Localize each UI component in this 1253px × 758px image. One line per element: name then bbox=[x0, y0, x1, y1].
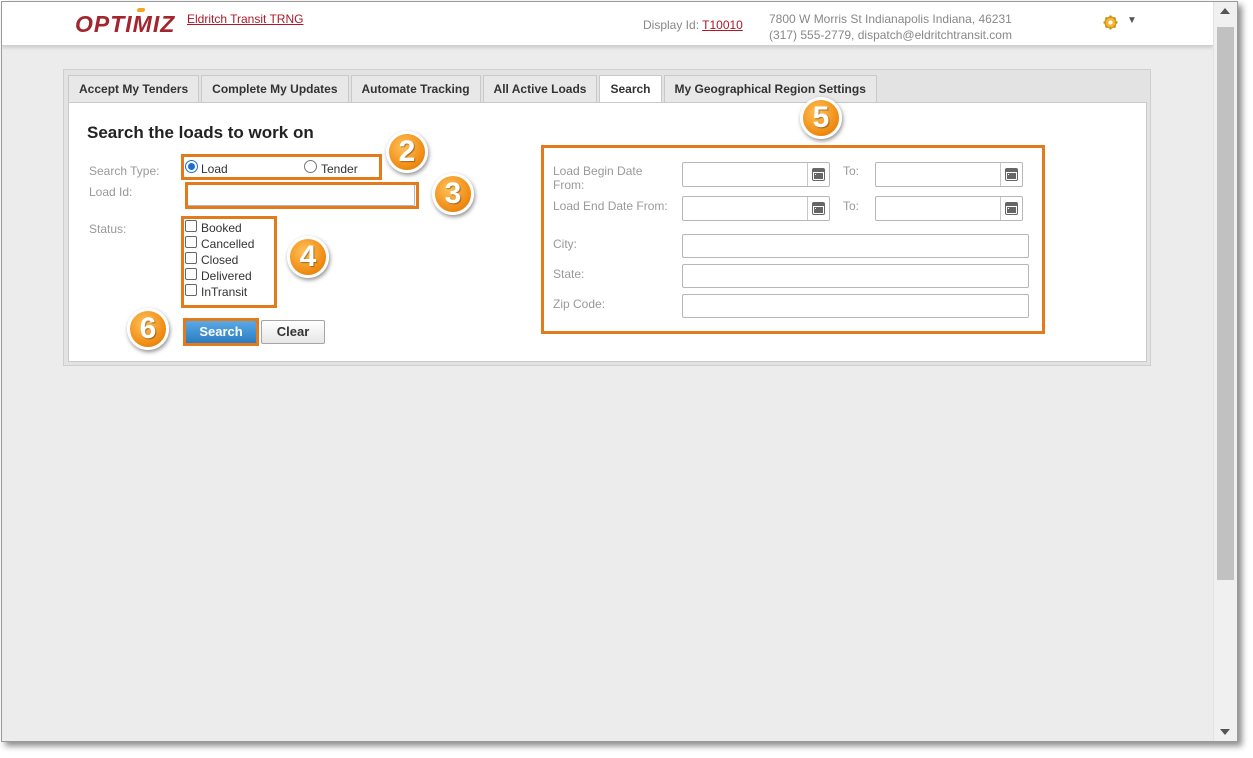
load-begin-date-to-input[interactable] bbox=[875, 162, 1023, 187]
load-end-date-label: Load End Date From: bbox=[553, 199, 668, 213]
to-label-end: To: bbox=[843, 199, 860, 213]
highlight-status bbox=[181, 216, 277, 308]
calendar-icon bbox=[1005, 168, 1018, 181]
search-panel: Search the loads to work on Search Type:… bbox=[68, 102, 1147, 362]
page-title: Search the loads to work on bbox=[87, 123, 314, 142]
search-type-label: Search Type: bbox=[89, 164, 160, 178]
display-id-link[interactable]: T10010 bbox=[702, 18, 743, 32]
highlight-load-id bbox=[185, 182, 419, 209]
load-id-label: Load Id: bbox=[89, 185, 133, 199]
caret-down-icon[interactable]: ▼ bbox=[1127, 15, 1137, 26]
state-label: State: bbox=[553, 267, 585, 281]
tab-geographical-region-settings[interactable]: My Geographical Region Settings bbox=[663, 75, 877, 102]
calendar-icon bbox=[812, 168, 825, 181]
gear-icon[interactable] bbox=[1103, 15, 1118, 30]
app-window: OPTIMIZ Eldritch Transit TRNG Display Id… bbox=[1, 1, 1238, 742]
city-input[interactable] bbox=[682, 234, 1029, 258]
callout-badge-4: 4 bbox=[287, 236, 329, 278]
to-label-begin: To: bbox=[843, 164, 860, 178]
load-begin-date-from-input[interactable] bbox=[682, 162, 830, 187]
logo-text: OPTIMIZ bbox=[75, 11, 176, 37]
callout-badge-6: 6 bbox=[127, 308, 169, 350]
scroll-down-arrow-icon[interactable] bbox=[1220, 729, 1230, 735]
company-address: 7800 W Morris St Indianapolis Indiana, 4… bbox=[769, 11, 1012, 43]
tab-automate-tracking[interactable]: Automate Tracking bbox=[350, 75, 481, 102]
state-input[interactable] bbox=[682, 264, 1029, 288]
callout-badge-2: 2 bbox=[386, 131, 428, 173]
callout-badge-3: 3 bbox=[432, 173, 474, 215]
tab-all-active-loads[interactable]: All Active Loads bbox=[482, 75, 598, 102]
scroll-thumb[interactable] bbox=[1217, 27, 1234, 580]
tab-complete-my-updates[interactable]: Complete My Updates bbox=[201, 75, 349, 102]
tab-bar: Accept My Tenders Complete My Updates Au… bbox=[68, 75, 879, 103]
search-container: Accept My Tenders Complete My Updates Au… bbox=[63, 69, 1151, 366]
calendar-button[interactable] bbox=[807, 197, 829, 220]
display-id: Display Id: T10010 bbox=[643, 18, 743, 32]
vertical-scrollbar[interactable] bbox=[1213, 2, 1237, 741]
calendar-button[interactable] bbox=[1000, 197, 1022, 220]
calendar-icon bbox=[812, 202, 825, 215]
top-header: OPTIMIZ Eldritch Transit TRNG Display Id… bbox=[2, 2, 1213, 46]
load-end-date-to-input[interactable] bbox=[875, 196, 1023, 221]
address-line-1: 7800 W Morris St Indianapolis Indiana, 4… bbox=[769, 12, 1012, 26]
company-link[interactable]: Eldritch Transit TRNG bbox=[187, 12, 303, 26]
zip-code-label: Zip Code: bbox=[553, 297, 606, 311]
highlight-search-button bbox=[183, 318, 259, 346]
load-end-date-from-input[interactable] bbox=[682, 196, 830, 221]
status-label: Status: bbox=[89, 222, 127, 236]
clear-button[interactable]: Clear bbox=[261, 320, 325, 344]
callout-badge-5: 5 bbox=[800, 97, 842, 139]
calendar-icon bbox=[1005, 202, 1018, 215]
calendar-button[interactable] bbox=[1000, 163, 1022, 186]
highlight-search-type bbox=[181, 154, 382, 180]
scroll-up-arrow-icon[interactable] bbox=[1220, 8, 1230, 14]
load-begin-date-label: Load Begin Date From: bbox=[553, 164, 643, 192]
tab-search[interactable]: Search bbox=[599, 75, 662, 103]
display-id-label: Display Id: bbox=[643, 18, 700, 32]
zip-code-input[interactable] bbox=[682, 294, 1029, 318]
city-label: City: bbox=[553, 237, 577, 251]
tab-accept-my-tenders[interactable]: Accept My Tenders bbox=[68, 75, 200, 102]
optimiz-logo: OPTIMIZ bbox=[75, 11, 175, 38]
calendar-button[interactable] bbox=[807, 163, 829, 186]
address-line-2: (317) 555-2779, dispatch@eldritchtransit… bbox=[769, 28, 1012, 42]
